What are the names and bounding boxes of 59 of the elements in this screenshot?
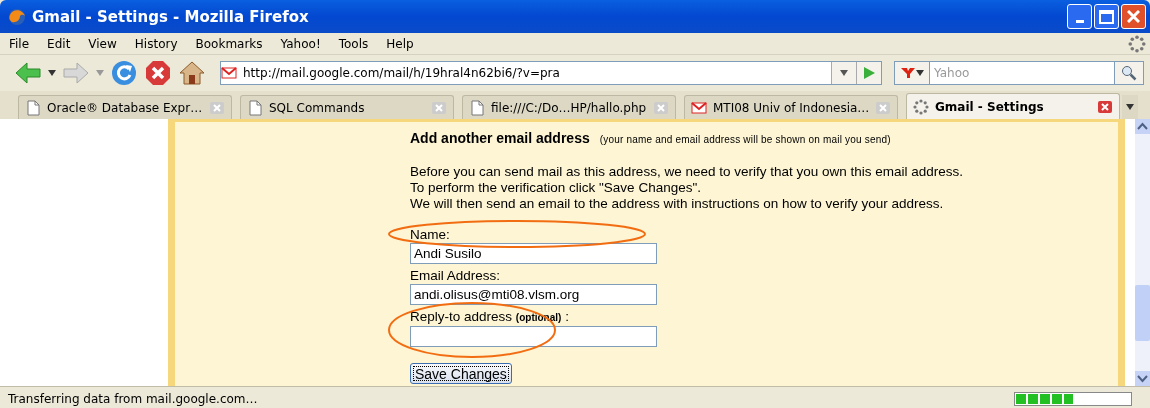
close-icon[interactable]	[1097, 99, 1113, 114]
play-icon	[861, 65, 877, 81]
section-heading: Add another email address	[410, 130, 590, 146]
caret-icon[interactable]	[48, 70, 56, 76]
minimize-button[interactable]	[1067, 4, 1092, 29]
status-text: Transferring data from mail.google.com…	[8, 391, 259, 406]
throbber-icon	[1128, 35, 1146, 53]
instruction-text: To perform the verification click "Save Changes".	[410, 180, 702, 196]
caret-icon	[1126, 104, 1134, 110]
envelope-icon	[221, 65, 237, 81]
menu-item[interactable]: Tools	[338, 36, 369, 51]
menu-item[interactable]: Bookmarks	[195, 36, 263, 51]
stop-icon[interactable]	[144, 60, 172, 86]
field-label: Email Address:	[410, 268, 501, 284]
menu-item[interactable]: Help	[386, 36, 414, 51]
menu-item[interactable]: Yahoo!	[280, 36, 321, 51]
caret-icon	[840, 70, 848, 76]
globe-icon	[8, 7, 26, 26]
page-icon	[25, 99, 41, 116]
address-field[interactable]: http://mail.google.com/mail/h/19hral4n62bi6/?v=pra	[220, 61, 882, 85]
browser-tab[interactable]: Oracle® Database Expr…	[18, 95, 232, 119]
menu-item[interactable]: View	[88, 36, 117, 51]
search-icon	[1121, 65, 1137, 81]
page-icon	[247, 99, 263, 116]
text-field[interactable]: andi.olisus@mti08.vlsm.org	[410, 284, 657, 305]
search-button[interactable]	[1114, 61, 1144, 85]
reload-icon[interactable]	[110, 60, 138, 86]
heading-note: (your name and email address will be shown on mail you send)	[599, 134, 891, 145]
browser-tab[interactable]: SQL Commands	[240, 95, 454, 119]
search-engine-button[interactable]	[894, 61, 930, 85]
browser-tab[interactable]: Gmail - Settings	[906, 93, 1120, 119]
scroll-thumb[interactable]	[1135, 284, 1150, 341]
maximize-button[interactable]	[1094, 4, 1119, 29]
close-button[interactable]	[1121, 4, 1146, 29]
browser-tab[interactable]: file:///C:/Do…HP/hallo.php	[462, 95, 676, 119]
field-label: Name:	[410, 227, 450, 243]
y-logo-icon	[900, 65, 916, 81]
tab-list-button[interactable]	[1122, 95, 1138, 119]
text-field[interactable]	[410, 326, 657, 347]
instruction-text: We will then send an email to the address with instructions on how to verify your address.	[410, 196, 945, 212]
menu-item[interactable]: File	[9, 36, 30, 51]
dropdown-button[interactable]	[831, 62, 856, 84]
minimize-icon	[1075, 20, 1084, 23]
menu-item[interactable]: History	[134, 36, 178, 51]
text-field[interactable]: Andi Susilo	[410, 243, 657, 264]
window-title: Gmail - Settings - Mozilla Firefox	[32, 7, 310, 26]
back-arrow-icon[interactable]	[14, 60, 42, 86]
maximize-icon	[1099, 9, 1114, 24]
close-icon	[1127, 10, 1140, 23]
menu-item[interactable]: Edit	[47, 36, 71, 51]
browser-tab[interactable]: MTI08 Univ of Indonesia…	[684, 95, 898, 119]
throbber-icon	[913, 98, 929, 115]
page-icon	[469, 99, 485, 116]
instruction-text: Before you can send mail as this address, we need to verify that you own this email address.	[410, 164, 965, 180]
save-changes-button[interactable]: Save Changes	[410, 363, 512, 384]
envelope-icon	[691, 99, 707, 116]
caret-icon	[916, 70, 924, 76]
home-icon[interactable]	[178, 60, 206, 86]
search-field[interactable]: Yahoo	[930, 61, 1114, 85]
